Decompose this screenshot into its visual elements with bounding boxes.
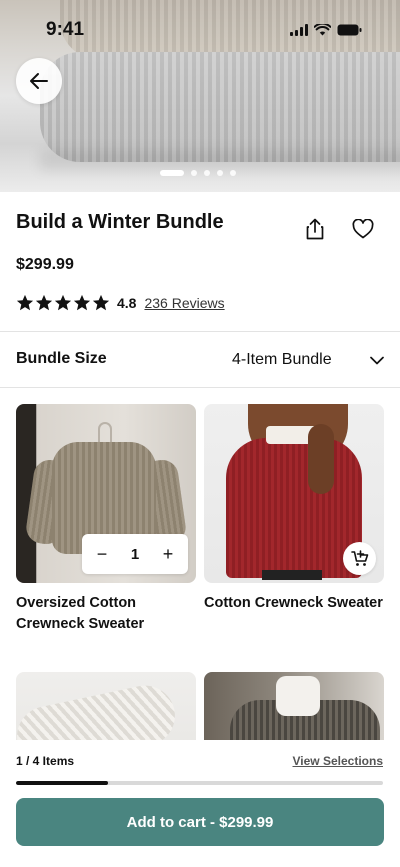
divider <box>0 331 400 332</box>
collar-graphic <box>276 676 320 716</box>
model-hair-graphic <box>308 424 334 494</box>
bundle-progress-bar <box>16 781 383 785</box>
star-icon <box>54 294 72 311</box>
carousel-dot[interactable] <box>217 170 223 176</box>
hero-image: 9:41 <box>0 0 400 192</box>
product-name: Cotton Crewneck Sweater <box>204 595 383 611</box>
divider <box>0 387 400 388</box>
belt-graphic <box>262 570 322 580</box>
sweater-graphic <box>226 438 362 578</box>
star-icon <box>35 294 53 311</box>
product-price: $299.99 <box>16 256 74 273</box>
back-button[interactable] <box>16 58 62 104</box>
bundle-progress-fill <box>16 781 108 785</box>
star-icon <box>73 294 91 311</box>
share-button[interactable] <box>302 216 328 242</box>
product-card[interactable]: Cotton Crewneck Sweater <box>204 404 384 614</box>
sweater-mid-graphic <box>40 52 400 162</box>
product-card[interactable]: − 1 + Oversized Cotton Crewneck Sweater <box>16 404 196 635</box>
items-count: 1 / 4 Items <box>16 754 75 768</box>
carousel-dot[interactable] <box>204 170 210 176</box>
add-to-bundle-button[interactable] <box>343 542 376 575</box>
view-selections-link[interactable]: View Selections <box>293 754 384 768</box>
rating-value: 4.8 <box>117 295 137 311</box>
chevron-down-icon <box>370 356 384 364</box>
add-to-cart-icon <box>350 550 368 566</box>
carousel-dot[interactable] <box>191 170 197 176</box>
carousel-dot[interactable] <box>230 170 236 176</box>
status-icons <box>290 24 362 36</box>
favorite-button[interactable] <box>350 216 376 242</box>
share-icon <box>306 218 324 240</box>
decrease-quantity-button[interactable]: − <box>94 545 110 563</box>
carousel-dot-active[interactable] <box>160 170 184 176</box>
status-bar: 9:41 <box>0 0 400 60</box>
bundle-size-label: Bundle Size <box>16 350 107 367</box>
rating-stars <box>16 294 110 312</box>
hanger-graphic <box>98 422 112 444</box>
product-image: − 1 + <box>16 404 196 583</box>
quantity-value: 1 <box>130 545 140 563</box>
star-icon <box>16 294 34 311</box>
product-image <box>204 404 384 583</box>
battery-icon <box>337 24 362 36</box>
increase-quantity-button[interactable]: + <box>160 545 176 563</box>
quantity-stepper[interactable]: − 1 + <box>82 534 188 574</box>
reviews-link[interactable]: 236 Reviews <box>144 295 224 311</box>
sweater-shadow <box>40 150 400 170</box>
heart-icon <box>352 219 374 239</box>
rating: 4.8 236 Reviews <box>16 294 225 312</box>
product-title: Build a Winter Bundle <box>16 211 224 233</box>
add-to-cart-button[interactable]: Add to cart - $299.99 <box>16 798 384 846</box>
product-name: Oversized Cotton Crewneck Sweater <box>16 595 145 632</box>
back-arrow-icon <box>30 73 48 89</box>
wifi-icon <box>314 24 331 36</box>
status-time: 9:41 <box>46 19 85 40</box>
signal-icon <box>290 24 308 36</box>
bundle-size-dropdown[interactable]: 4-Item Bundle <box>232 346 384 374</box>
star-icon <box>92 294 110 311</box>
carousel-indicator <box>160 170 236 176</box>
bundle-footer: 1 / 4 Items View Selections Add to cart … <box>0 740 400 867</box>
bundle-size-value: 4-Item Bundle <box>232 351 332 368</box>
